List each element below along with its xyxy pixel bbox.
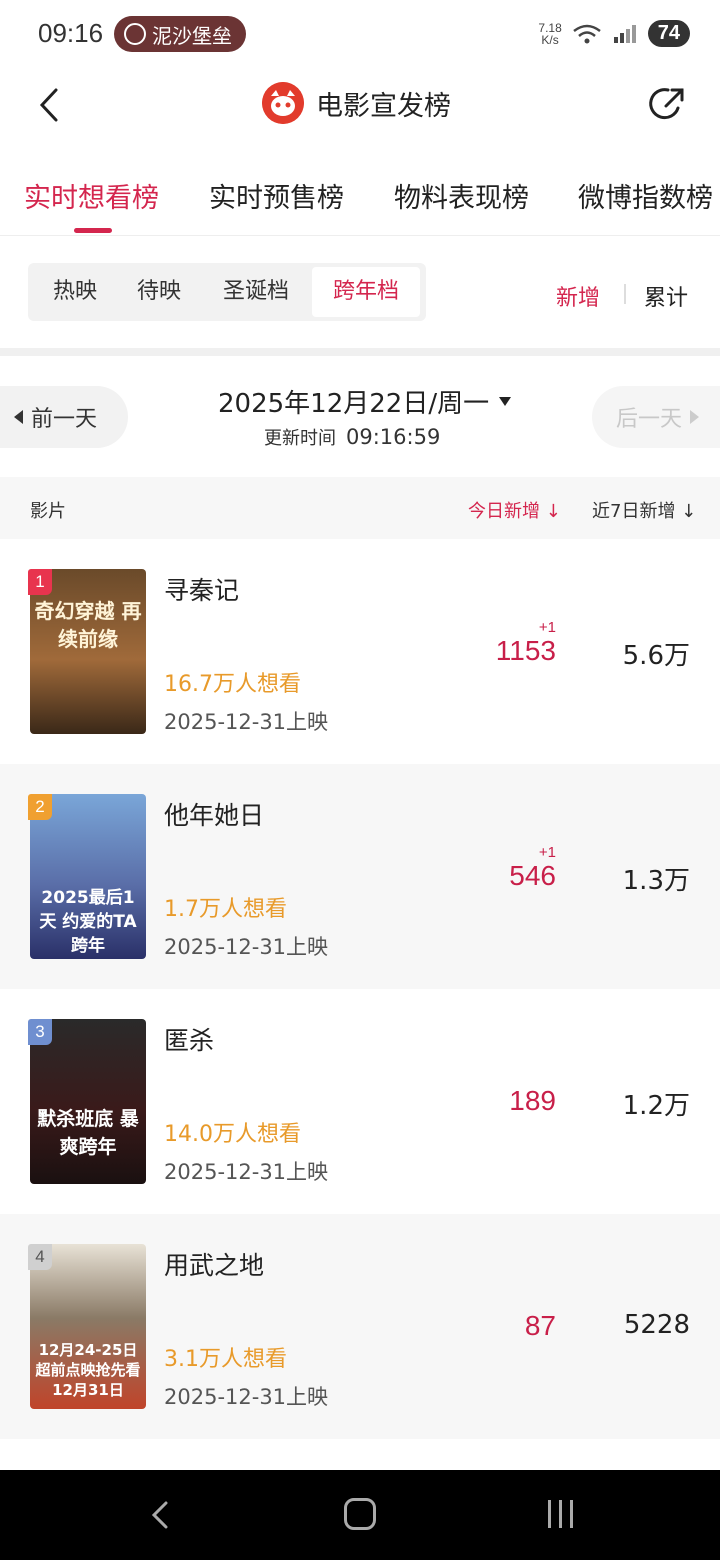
status-pill-text: 泥沙堡垒 bbox=[152, 23, 232, 48]
date-picker[interactable]: 2025年12月22日/周一 bbox=[218, 383, 512, 420]
netease-music-icon bbox=[124, 23, 146, 45]
today-change: +1 bbox=[538, 844, 556, 861]
toggle-divider bbox=[624, 284, 626, 304]
ranking-tabs: 实时想看榜 实时预售榜 物料表现榜 微博指数榜 bbox=[0, 160, 720, 236]
want-count: 1.7万人想看 bbox=[164, 897, 287, 922]
caret-right-icon bbox=[690, 410, 700, 424]
release-date: 2025-12-31上映 bbox=[164, 710, 329, 734]
list-item[interactable]: 默杀班底 暴爽跨年 3 匿杀 14.0万人想看 2025-12-31上映 189… bbox=[0, 989, 720, 1214]
want-count: 3.1万人想看 bbox=[164, 1347, 287, 1372]
segment-now-showing[interactable]: 热映 bbox=[38, 263, 112, 321]
today-new: 87 bbox=[524, 1310, 556, 1341]
active-tab-indicator bbox=[74, 228, 112, 233]
column-today[interactable]: 今日新增 ↓ bbox=[468, 497, 561, 523]
status-time: 09:16 bbox=[38, 18, 104, 48]
prev-day-label: 前一天 bbox=[31, 407, 98, 432]
toggle-total[interactable]: 累计 bbox=[644, 280, 688, 312]
maoyan-cat-logo-icon bbox=[262, 82, 304, 124]
week-new: 5.6万 bbox=[622, 641, 690, 671]
net-speed-unit: K/s bbox=[541, 32, 559, 47]
rank-badge: 1 bbox=[28, 569, 52, 595]
today-new: 546 bbox=[509, 860, 556, 891]
list-item[interactable]: 12月24-25日 超前点映抢先看 12月31日 4 用武之地 3.1万人想看 … bbox=[0, 1214, 720, 1439]
column-week[interactable]: 近7日新增 ↓ bbox=[592, 497, 696, 523]
today-change: +1 bbox=[538, 619, 556, 636]
column-header: 影片 今日新增 ↓ 近7日新增 ↓ bbox=[0, 477, 720, 539]
tab-realtime-want[interactable]: 实时想看榜 bbox=[24, 176, 159, 215]
status-notification-pill: 泥沙堡垒 bbox=[114, 16, 246, 52]
week-new: 1.2万 bbox=[622, 1091, 690, 1121]
update-time-value: 09:16:59 bbox=[346, 425, 441, 449]
header-title-group: 电影宣发榜 bbox=[262, 82, 451, 124]
segment-christmas[interactable]: 圣诞档 bbox=[208, 263, 304, 321]
movie-title: 匿杀 bbox=[164, 1026, 215, 1055]
list-item[interactable]: 奇幻穿越 再续前缘 1 寻秦记 16.7万人想看 2025-12-31上映 +1… bbox=[0, 539, 720, 764]
system-nav-bar bbox=[0, 1470, 720, 1560]
next-day-label: 后一天 bbox=[616, 407, 683, 432]
segment-new-year[interactable]: 跨年档 bbox=[312, 267, 420, 317]
poster-text: 奇幻穿越 再续前缘 bbox=[34, 599, 142, 651]
back-arrow-icon[interactable] bbox=[32, 86, 66, 124]
sort-icon: ↓ bbox=[675, 501, 697, 522]
poster-text: 默杀班底 暴爽跨年 bbox=[37, 1108, 139, 1158]
sort-icon: ↓ bbox=[540, 501, 561, 522]
movie-title: 寻秦记 bbox=[164, 576, 240, 605]
caret-left-icon bbox=[14, 410, 23, 424]
app-header: 电影宣发榜 bbox=[0, 68, 720, 142]
signal-icon bbox=[613, 24, 636, 43]
movie-list: 奇幻穿越 再续前缘 1 寻秦记 16.7万人想看 2025-12-31上映 +1… bbox=[0, 539, 720, 1439]
rank-badge: 4 bbox=[28, 1244, 52, 1270]
page-title: 电影宣发榜 bbox=[316, 90, 451, 122]
want-count: 16.7万人想看 bbox=[164, 672, 301, 697]
rank-badge: 2 bbox=[28, 794, 52, 820]
tab-material[interactable]: 物料表现榜 bbox=[394, 176, 529, 215]
status-indicators: 7.18 K/s 74 bbox=[538, 20, 690, 47]
today-new: 189 bbox=[509, 1085, 556, 1116]
poster-text: 2025最后1天 约爱的TA跨年 bbox=[39, 888, 137, 956]
column-today-label: 今日新增 bbox=[468, 501, 540, 522]
column-film: 影片 bbox=[30, 501, 66, 522]
caret-down-icon bbox=[499, 397, 512, 406]
share-icon[interactable] bbox=[648, 84, 688, 124]
release-date: 2025-12-31上映 bbox=[164, 935, 329, 959]
week-new: 5228 bbox=[623, 1310, 690, 1340]
tab-weibo-index[interactable]: 微博指数榜 bbox=[578, 176, 713, 215]
update-time-label: 更新时间 bbox=[264, 428, 336, 449]
today-new: 1153 bbox=[495, 635, 556, 666]
release-date: 2025-12-31上映 bbox=[164, 1160, 329, 1184]
rank-badge: 3 bbox=[28, 1019, 52, 1045]
battery-indicator: 74 bbox=[647, 20, 690, 47]
toggle-new[interactable]: 新增 bbox=[556, 280, 600, 312]
prev-day-button[interactable]: 前一天 bbox=[0, 386, 128, 448]
want-count: 14.0万人想看 bbox=[164, 1122, 301, 1147]
poster-text: 12月24-25日 超前点映抢先看 12月31日 bbox=[35, 1341, 141, 1399]
nav-back-icon[interactable] bbox=[148, 1500, 172, 1530]
next-day-button[interactable]: 后一天 bbox=[592, 386, 720, 448]
column-week-label: 近7日新增 bbox=[592, 501, 676, 522]
status-bar: 09:16 泥沙堡垒 7.18 K/s 74 bbox=[0, 0, 720, 68]
section-divider bbox=[0, 348, 720, 356]
net-speed-value: 7.18 bbox=[538, 20, 562, 35]
nav-home-icon[interactable] bbox=[344, 1498, 376, 1530]
current-date: 2025年12月22日/周一 bbox=[218, 389, 490, 419]
net-speed: 7.18 K/s bbox=[538, 22, 561, 46]
segment-upcoming[interactable]: 待映 bbox=[122, 263, 196, 321]
movie-title: 用武之地 bbox=[164, 1251, 265, 1280]
week-new: 1.3万 bbox=[622, 866, 690, 896]
tab-realtime-presale[interactable]: 实时预售榜 bbox=[209, 176, 344, 215]
release-date: 2025-12-31上映 bbox=[164, 1385, 329, 1409]
period-segment-control: 热映 待映 圣诞档 跨年档 bbox=[28, 263, 426, 321]
list-item[interactable]: 2025最后1天 约爱的TA跨年 2 他年她日 1.7万人想看 2025-12-… bbox=[0, 764, 720, 989]
nav-recents-icon[interactable] bbox=[548, 1500, 573, 1528]
update-time: 更新时间 09:16:59 bbox=[264, 424, 440, 450]
movie-title: 他年她日 bbox=[164, 801, 265, 830]
wifi-icon bbox=[572, 24, 601, 43]
